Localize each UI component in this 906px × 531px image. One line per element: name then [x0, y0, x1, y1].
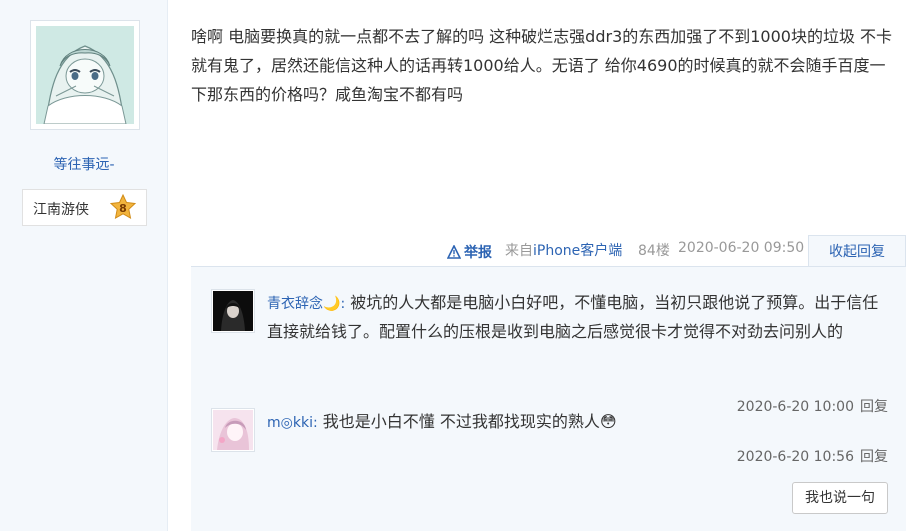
- comment-time: 2020-6-20 10:56: [736, 449, 854, 465]
- floor-number: 84楼: [638, 243, 670, 259]
- comment-body: 青衣辞念🌙: 被坑的人大都是电脑小白好吧，不懂电脑，当初只跟他说了预算。出于信任…: [267, 289, 887, 345]
- member-badge[interactable]: 江南游侠 8: [22, 189, 147, 226]
- comment-text: 被坑的人大都是电脑小白好吧，不懂电脑，当初只跟他说了预算。出于信任直接就给钱了。…: [267, 293, 879, 341]
- author-name[interactable]: 等往事远-: [0, 154, 168, 174]
- avatar-illustration: [36, 26, 134, 124]
- comment-panel: 青衣辞念🌙: 被坑的人大都是电脑小白好吧，不懂电脑，当初只跟他说了预算。出于信任…: [191, 266, 906, 531]
- add-comment-button[interactable]: 我也说一句: [792, 482, 888, 514]
- badge-title: 江南游侠: [33, 202, 89, 218]
- report-link[interactable]: 举报: [447, 240, 492, 264]
- comment-username[interactable]: 青衣辞念🌙: [267, 296, 340, 312]
- reply-link[interactable]: 回复: [860, 449, 888, 465]
- warning-icon: [447, 245, 461, 259]
- report-label: 举报: [464, 245, 492, 261]
- avatar-image: [36, 26, 134, 124]
- username-separator: :: [312, 415, 318, 431]
- comment-text: 我也是小白不懂 不过我都找现实的熟人😳: [322, 412, 617, 431]
- post-time: 2020-06-20 09:50: [678, 240, 805, 256]
- add-comment-label: 我也说一句: [805, 490, 875, 506]
- avatar-image: [213, 291, 253, 331]
- username-separator: :: [340, 296, 346, 312]
- author-avatar[interactable]: [30, 20, 140, 130]
- level-star-icon: 8: [109, 194, 137, 219]
- source-prefix: 来自: [505, 243, 533, 259]
- collapse-replies-button[interactable]: 收起回复: [808, 235, 906, 267]
- post-content: 啥啊 电脑要换真的就一点都不去了解的吗 这种破烂志强ddr3的东西加强了不到10…: [191, 27, 893, 104]
- post-source: 来自iPhone客户端: [505, 240, 622, 264]
- avatar-image: [213, 410, 253, 450]
- commenter-avatar[interactable]: [211, 289, 255, 333]
- author-sidebar: 等往事远- 江南游侠 8: [0, 0, 168, 531]
- badge-level: 8: [119, 202, 127, 215]
- comment-body: m◎kki: 我也是小白不懂 不过我都找现实的熟人😳: [267, 408, 887, 437]
- source-device[interactable]: iPhone客户端: [533, 243, 622, 259]
- comment-meta: 2020-6-20 10:56 回复: [737, 446, 888, 466]
- comment-username[interactable]: m◎kki: [267, 415, 313, 431]
- commenter-avatar[interactable]: [211, 408, 255, 452]
